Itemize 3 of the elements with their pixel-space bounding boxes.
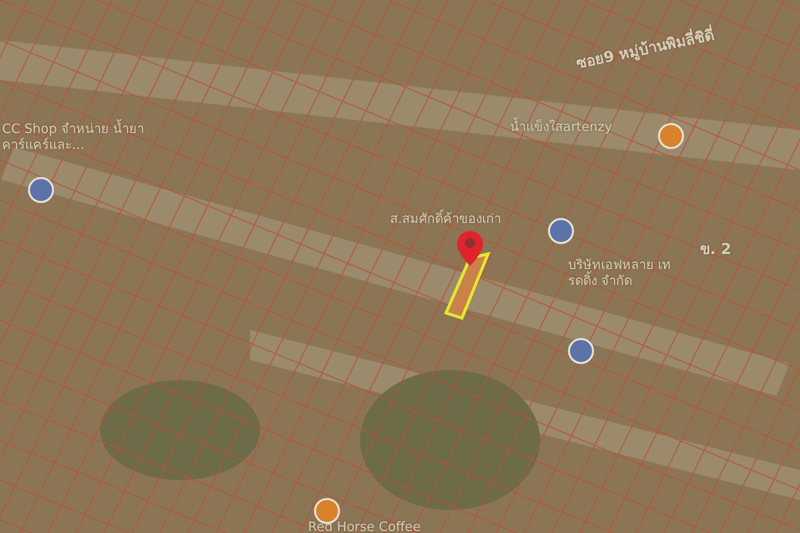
place-label: บริษัทเอฟหลาย เทรดดิ้ง จำกัด	[568, 258, 672, 290]
place-label: Red Horse Coffee	[308, 520, 422, 533]
street-label: ข. 2	[700, 240, 732, 259]
